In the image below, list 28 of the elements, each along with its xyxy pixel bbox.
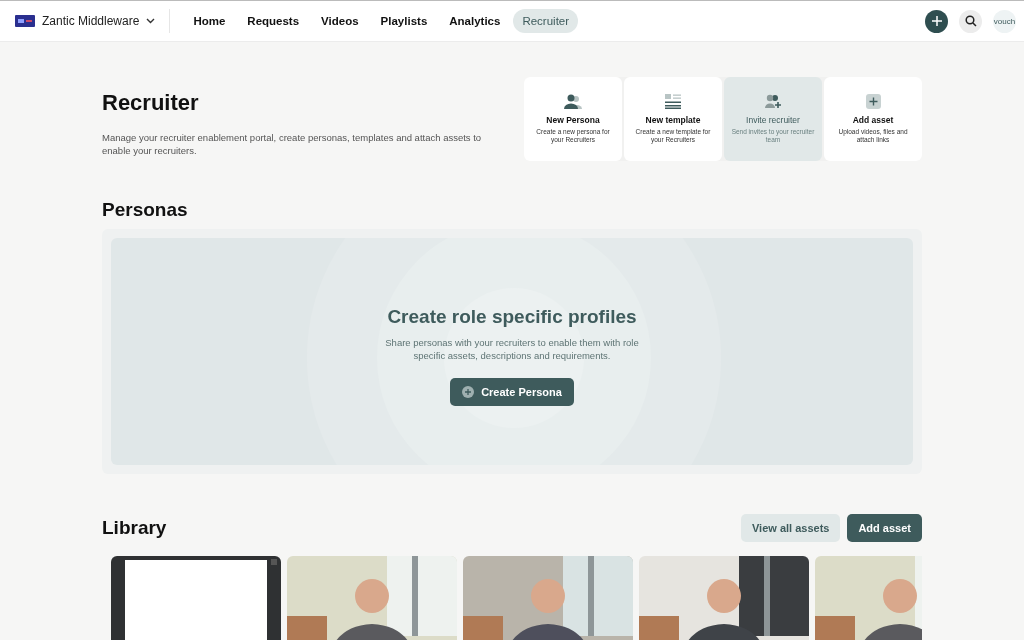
nav-link[interactable]: Videos — [312, 9, 368, 33]
add-asset-button[interactable]: Add asset — [847, 514, 922, 542]
nav-link[interactable]: Home — [184, 9, 235, 33]
page-title: Recruiter — [102, 90, 200, 116]
create-persona-button[interactable]: Create Persona — [450, 377, 574, 406]
account-avatar[interactable]: vouch — [993, 9, 1016, 33]
view-all-button[interactable]: View all assets — [740, 514, 841, 542]
search-button[interactable] — [959, 9, 982, 33]
empty-state-text: Share personas with your recruiters to enable them with role specific assets, descriptions and requirements. — [384, 335, 640, 362]
plus-square-icon — [865, 94, 881, 109]
people-icon — [564, 94, 582, 109]
logo-icon — [15, 15, 35, 27]
nav-link[interactable]: Analytics — [440, 9, 510, 33]
nav-link[interactable]: Playlists — [371, 9, 437, 33]
chevron-down-icon — [146, 18, 156, 24]
add-button[interactable] — [925, 9, 948, 33]
workspace-switcher[interactable]: Zantic Middleware — [15, 14, 156, 28]
nav-link[interactable]: Requests — [238, 9, 309, 33]
plus-circle-icon — [462, 385, 475, 398]
section-heading: Personas — [102, 199, 189, 221]
nav-link[interactable]: Recruiter — [513, 9, 579, 33]
plus-icon — [930, 15, 943, 27]
empty-state-title: Create role specific profiles — [387, 305, 637, 328]
page-description: Manage your recruiter enablement portal, create personas, templates and attach assets to enable your recruiters. — [102, 131, 483, 157]
add-user-icon — [764, 94, 782, 109]
template-icon — [665, 94, 681, 109]
search-icon — [964, 15, 977, 27]
section-heading: Library — [102, 517, 167, 539]
